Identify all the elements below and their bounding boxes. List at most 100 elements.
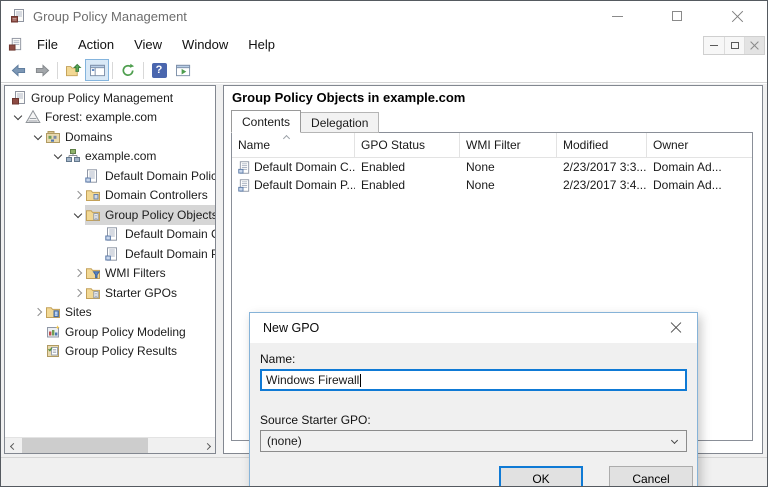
- minimize-button[interactable]: [587, 1, 647, 31]
- tree-item-label: Group Policy Objects: [105, 207, 215, 222]
- show-console-tree-button[interactable]: [85, 59, 109, 81]
- export-list-button[interactable]: [61, 59, 85, 81]
- chevron-expanded-icon[interactable]: [31, 127, 45, 147]
- gpo-owner: Domain Ad...: [653, 178, 722, 192]
- chevron-expanded-icon[interactable]: [51, 147, 65, 167]
- menu-bar: File Action View Window Help: [1, 31, 767, 58]
- chevron-expanded-icon[interactable]: [71, 205, 85, 225]
- dialog-title: New GPO: [263, 321, 320, 335]
- menu-help[interactable]: Help: [238, 33, 285, 56]
- maximize-button[interactable]: [647, 1, 707, 31]
- console-tree-panel: Group Policy Management Forest: example.…: [4, 85, 216, 454]
- refresh-button[interactable]: [116, 59, 140, 81]
- tree-item-label: Domains: [65, 129, 113, 144]
- dialog-close-button[interactable]: [655, 313, 697, 343]
- tree-item-default-domain-policy[interactable]: Default Domain Policy: [5, 166, 215, 186]
- results-icon: [47, 345, 59, 358]
- list-header: Name GPO Status WMI Filter Modified Owne…: [232, 133, 752, 158]
- tree-item-group-policy-management[interactable]: Group Policy Management: [5, 88, 215, 108]
- tab-delegation[interactable]: Delegation: [301, 112, 380, 133]
- chevron-expanded-icon[interactable]: [11, 108, 25, 128]
- child-minimize-button[interactable]: [704, 37, 724, 54]
- cancel-button[interactable]: Cancel: [609, 466, 693, 486]
- scrollbar-thumb[interactable]: [22, 438, 148, 453]
- chevron-collapsed-icon[interactable]: [31, 303, 45, 323]
- gpo-scroll-icon: [85, 169, 97, 183]
- tree-item-group-policy-results[interactable]: Group Policy Results: [5, 342, 215, 362]
- gpmc-window: Group Policy Management File Action View…: [0, 0, 768, 487]
- tree-item-label: Sites: [65, 305, 92, 320]
- gpo-modified: 2/23/2017 3:4...: [563, 178, 647, 192]
- child-close-button[interactable]: [744, 37, 764, 54]
- tree-item-sites[interactable]: Sites: [5, 303, 215, 323]
- column-header-owner[interactable]: Owner: [647, 133, 752, 157]
- menu-action[interactable]: Action: [68, 33, 124, 56]
- gpo-name: Default Domain C...: [254, 160, 355, 174]
- chevron-collapsed-icon[interactable]: [71, 186, 85, 206]
- gpo-modified: 2/23/2017 3:3...: [563, 160, 647, 174]
- tree-item-default-domain-controllers-policy[interactable]: Default Domain Controllers Policy: [5, 225, 215, 245]
- gpo-name-value: Windows Firewall: [266, 373, 360, 387]
- tree-item-label: Group Policy Management: [31, 90, 174, 105]
- tree-horizontal-scrollbar[interactable]: [5, 437, 215, 453]
- chevron-collapsed-icon[interactable]: [71, 283, 85, 303]
- folder-icon: [86, 190, 100, 202]
- tree-item-domains[interactable]: Domains: [5, 127, 215, 147]
- dialog-body: Name: Windows Firewall Source Starter GP…: [250, 343, 697, 452]
- chevron-collapsed-icon[interactable]: [71, 264, 85, 284]
- tree-item-label: Group Policy Modeling: [65, 324, 186, 339]
- tree-item-group-policy-modeling[interactable]: Group Policy Modeling: [5, 322, 215, 342]
- domains-icon: [46, 130, 60, 143]
- child-minimize-icon: [710, 45, 718, 46]
- source-starter-gpo-select[interactable]: (none): [260, 430, 687, 452]
- scroll-left-arrow-icon[interactable]: [5, 438, 21, 453]
- column-header-name[interactable]: Name: [232, 133, 355, 157]
- title-bar: Group Policy Management: [1, 1, 767, 31]
- tree-item-label: example.com: [85, 149, 157, 164]
- tree-item-default-domain-policy-child[interactable]: Default Domain Policy: [5, 244, 215, 264]
- child-window-controls: [703, 36, 765, 55]
- child-restore-button[interactable]: [724, 37, 744, 54]
- tree-item-wmi-filters[interactable]: WMI Filters: [5, 264, 215, 284]
- menu-view[interactable]: View: [124, 33, 172, 56]
- modeling-icon: [47, 324, 60, 338]
- forward-button[interactable]: [30, 59, 54, 81]
- close-icon: [670, 322, 682, 334]
- help-button[interactable]: ?: [147, 59, 171, 81]
- table-row[interactable]: Default Domain P... Enabled None 2/23/20…: [232, 176, 752, 194]
- column-header-modified[interactable]: Modified: [557, 133, 647, 157]
- forest-icon: [25, 110, 41, 124]
- menu-file[interactable]: File: [27, 33, 68, 56]
- source-starter-gpo-value: (none): [267, 434, 302, 448]
- sort-ascending-icon: [282, 134, 291, 143]
- chevron-placeholder: [91, 225, 105, 245]
- wmi-filter-folder-icon: [86, 268, 101, 280]
- tree-item-domain-controllers[interactable]: Domain Controllers: [5, 186, 215, 206]
- name-label: Name:: [260, 352, 296, 366]
- ok-button[interactable]: OK: [499, 466, 583, 486]
- column-header-gpo-status[interactable]: GPO Status: [355, 133, 460, 157]
- new-window-button[interactable]: [171, 59, 195, 81]
- tree-item-domain-example-com[interactable]: example.com: [5, 147, 215, 167]
- table-row[interactable]: Default Domain C... Enabled None 2/23/20…: [232, 158, 752, 176]
- tab-contents[interactable]: Contents: [231, 110, 302, 133]
- gpo-name-input[interactable]: Windows Firewall: [260, 369, 687, 391]
- results-pane-title: Group Policy Objects in example.com: [232, 90, 466, 105]
- new-window-icon: [175, 64, 190, 76]
- dialog-title-bar: New GPO: [250, 313, 697, 343]
- tree-item-forest[interactable]: Forest: example.com: [5, 108, 215, 128]
- tree-item-label: Group Policy Results: [65, 344, 178, 359]
- column-header-wmi-filter[interactable]: WMI Filter: [460, 133, 557, 157]
- tree-item-starter-gpos[interactable]: Starter GPOs: [5, 283, 215, 303]
- chevron-down-icon: [670, 436, 679, 444]
- scroll-right-arrow-icon[interactable]: [199, 438, 215, 453]
- child-restore-icon: [730, 40, 742, 49]
- menu-window[interactable]: Window: [172, 33, 238, 56]
- close-button[interactable]: [707, 1, 767, 31]
- gpo-wmi-filter: None: [466, 178, 495, 192]
- back-button[interactable]: [6, 59, 30, 81]
- tree-item-group-policy-objects[interactable]: Group Policy Objects: [5, 205, 215, 225]
- tree-item-label: Default Domain Controllers Policy: [125, 227, 215, 242]
- gpo-scroll-icon: [238, 160, 250, 174]
- minimize-icon: [611, 15, 623, 17]
